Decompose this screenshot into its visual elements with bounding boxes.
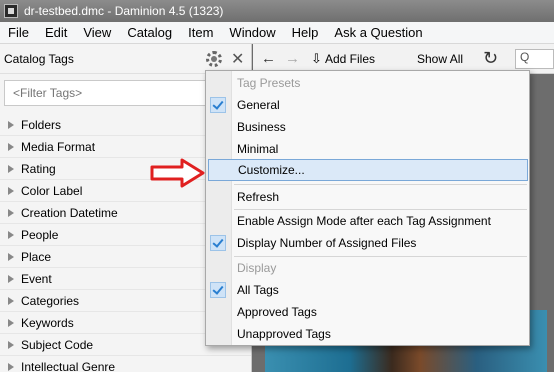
refresh-icon[interactable]: ↻ — [483, 48, 498, 69]
expand-triangle-icon[interactable] — [8, 164, 14, 173]
tree-item-label: Color Label — [21, 183, 83, 198]
menu-item-label: Unapproved Tags — [237, 327, 331, 341]
menu-item-minimal[interactable]: Minimal — [206, 138, 529, 160]
app-icon — [4, 4, 18, 18]
tree-item-label: Subject Code — [21, 337, 94, 352]
menu-help[interactable]: Help — [284, 22, 327, 44]
panel-title: Catalog Tags — [4, 51, 74, 66]
expand-triangle-icon[interactable] — [8, 318, 14, 327]
tree-item-label: Place — [21, 249, 52, 264]
menu-item-customize[interactable]: Customize... — [208, 159, 528, 181]
expand-triangle-icon[interactable] — [8, 142, 14, 151]
menu-item-label: Minimal — [237, 142, 279, 156]
search-icon: Q — [520, 50, 530, 64]
menu-item-label: Refresh — [237, 190, 280, 204]
window-title: dr-testbed.dmc - Daminion 4.5 (1323) — [24, 4, 224, 18]
menu-item-label: Approved Tags — [237, 305, 317, 319]
add-files-button[interactable]: ⇩ Add Files — [311, 51, 376, 66]
expand-triangle-icon[interactable] — [8, 362, 14, 371]
menu-ask-question[interactable]: Ask a Question — [326, 22, 430, 44]
show-all-button[interactable]: Show All — [417, 52, 463, 66]
menu-file[interactable]: File — [0, 22, 37, 44]
tree-item-label: Categories — [21, 293, 80, 308]
download-icon: ⇩ — [311, 51, 322, 66]
panel-options-menu: Tag Presets General Business Minimal Cus… — [205, 70, 530, 346]
callout-arrow-icon — [150, 158, 205, 188]
menu-item-all-tags[interactable]: All Tags — [206, 279, 529, 301]
checkmark-icon — [210, 282, 226, 298]
menu-item-label: Business — [237, 120, 286, 134]
expand-triangle-icon[interactable] — [8, 230, 14, 239]
expand-triangle-icon[interactable] — [8, 120, 14, 129]
expand-triangle-icon[interactable] — [8, 186, 14, 195]
menu-window[interactable]: Window — [221, 22, 283, 44]
menu-edit[interactable]: Edit — [37, 22, 75, 44]
forward-arrow-icon[interactable]: → — [285, 50, 300, 67]
menu-item-label: All Tags — [237, 283, 279, 297]
menu-item-label: Display Number of Assigned Files — [237, 236, 417, 250]
expand-triangle-icon[interactable] — [8, 340, 14, 349]
menu-item[interactable]: Item — [180, 22, 221, 44]
tree-item-label: Creation Datetime — [21, 205, 118, 220]
menu-item-enable-assign-mode[interactable]: Enable Assign Mode after each Tag Assign… — [206, 210, 529, 232]
checkmark-icon — [210, 97, 226, 113]
menu-item-display-number[interactable]: Display Number of Assigned Files — [206, 232, 529, 254]
back-arrow-icon[interactable]: ← — [261, 50, 276, 67]
tree-item-label: Media Format — [21, 139, 96, 154]
expand-triangle-icon[interactable] — [8, 208, 14, 217]
tree-item-label: Rating — [21, 161, 56, 176]
add-files-label: Add Files — [325, 52, 376, 66]
tree-item-label: Intellectual Genre — [21, 359, 116, 372]
tree-item-label: Folders — [21, 117, 62, 132]
section-display: Display — [237, 261, 277, 275]
tree-item-intellectual-genre[interactable]: Intellectual Genre — [0, 356, 251, 372]
menu-item-refresh[interactable]: Refresh — [206, 186, 529, 208]
menu-item-unapproved-tags[interactable]: Unapproved Tags — [206, 323, 529, 345]
menu-item-label: Customize... — [238, 163, 305, 177]
menu-separator — [234, 184, 527, 185]
expand-triangle-icon[interactable] — [8, 252, 14, 261]
checkmark-icon — [210, 235, 226, 251]
search-field[interactable]: Q — [515, 49, 554, 69]
section-tag-presets: Tag Presets — [237, 76, 301, 90]
menu-bar: File Edit View Catalog Item Window Help … — [0, 22, 554, 44]
expand-triangle-icon[interactable] — [8, 274, 14, 283]
tree-item-label: Event — [21, 271, 52, 286]
menu-catalog[interactable]: Catalog — [119, 22, 180, 44]
title-bar: dr-testbed.dmc - Daminion 4.5 (1323) — [0, 0, 554, 22]
gear-icon[interactable] — [206, 51, 222, 67]
menu-view[interactable]: View — [75, 22, 119, 44]
tree-item-label: Keywords — [21, 315, 74, 330]
menu-item-business[interactable]: Business — [206, 116, 529, 138]
close-icon[interactable]: ✕ — [231, 49, 244, 69]
menu-item-approved-tags[interactable]: Approved Tags — [206, 301, 529, 323]
tree-item-label: People — [21, 227, 59, 242]
expand-triangle-icon[interactable] — [8, 296, 14, 305]
menu-item-general[interactable]: General — [206, 94, 529, 116]
menu-item-label: Enable Assign Mode after each Tag Assign… — [237, 214, 491, 228]
menu-item-label: General — [237, 98, 280, 112]
